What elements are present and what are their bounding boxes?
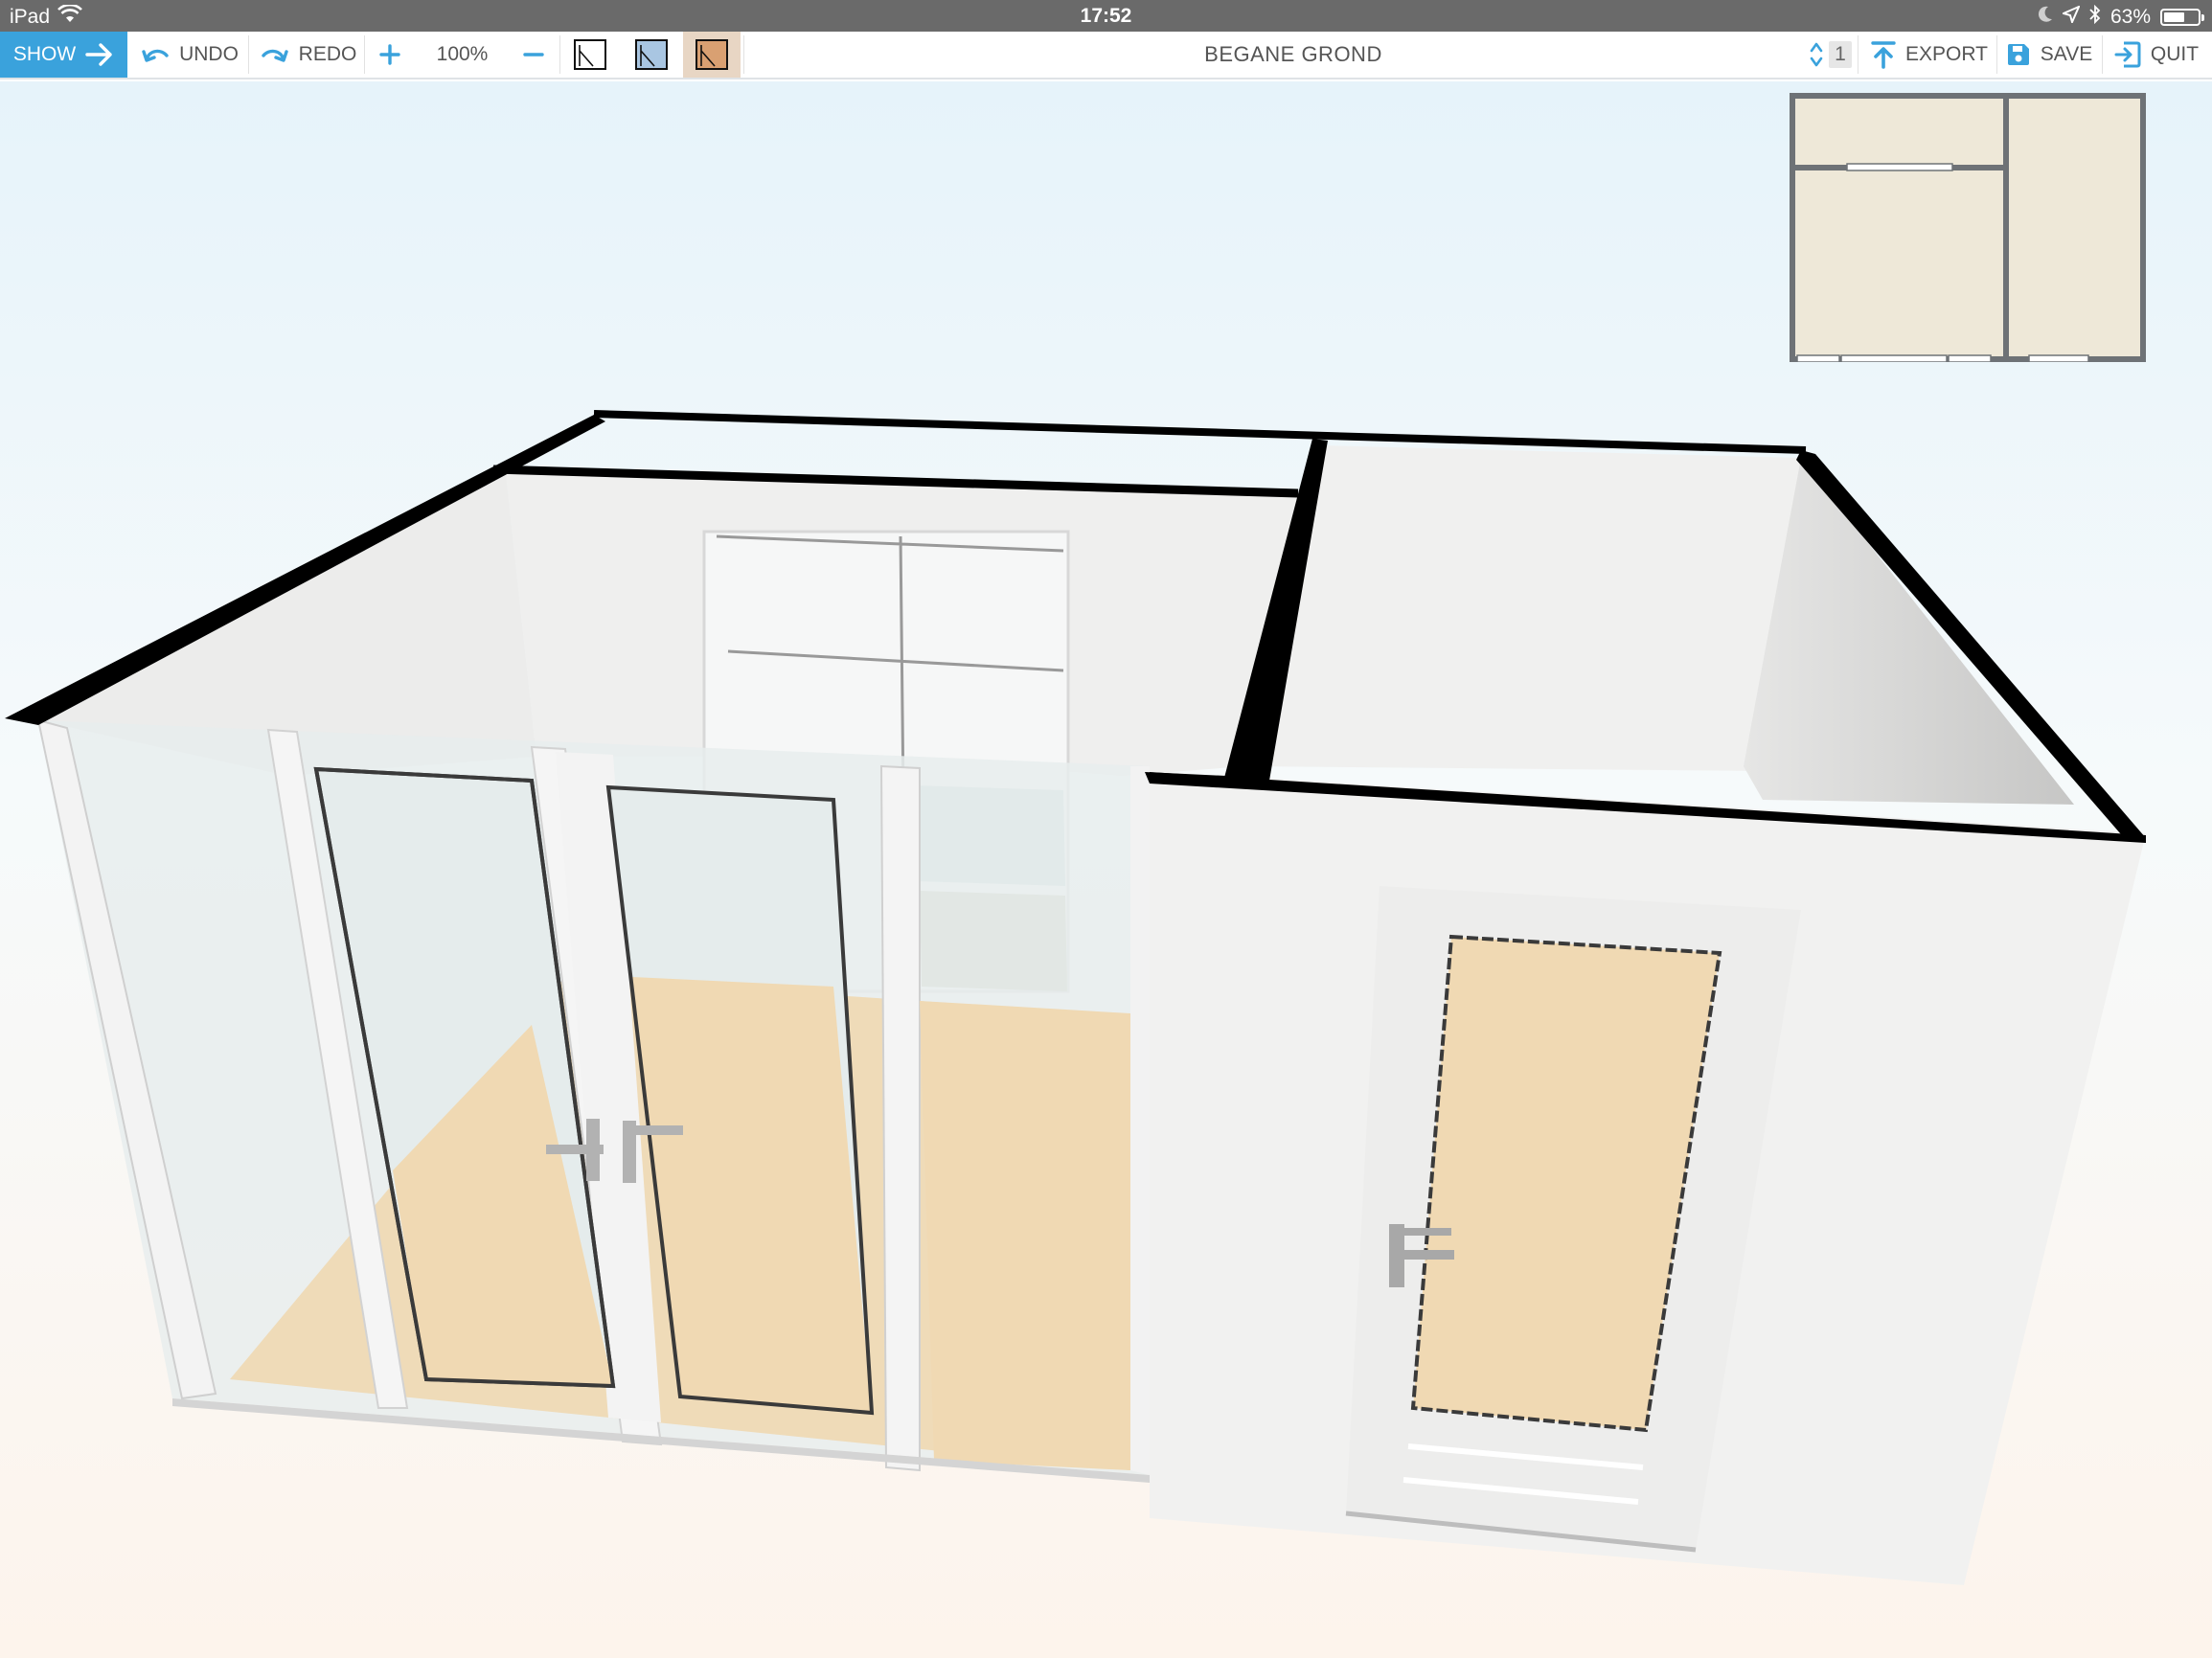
plan-3d-icon [696,39,728,70]
plus-icon [379,44,400,65]
zoom-in-button[interactable] [370,32,410,78]
quit-icon [2114,41,2141,68]
status-right: 63% [2038,4,2204,30]
view-blueprint-button[interactable] [627,32,676,78]
zoom-out-button[interactable] [513,32,554,78]
save-button[interactable]: SAVE [2001,32,2097,78]
export-label: EXPORT [1905,43,1988,65]
view-2d-button[interactable] [565,32,615,78]
divider [364,35,365,74]
save-label: SAVE [2040,43,2093,65]
toolbar: SHOW UNDO REDO 100% BEGANE GROND 1 EXPOR… [0,32,2212,79]
moon-icon [2038,6,2053,29]
undo-button[interactable]: UNDO [132,32,247,78]
export-button[interactable]: EXPORT [1862,32,1996,78]
battery-icon [2160,9,2204,26]
battery-fill [2164,12,2185,22]
minimap-rooms [1792,96,2143,359]
redo-button[interactable]: REDO [251,32,366,78]
status-bar: iPad 17:52 63% [0,0,2212,32]
glass-facade [36,718,1150,1483]
redo-icon [261,44,289,65]
quit-button[interactable]: QUIT [2106,32,2207,78]
floor-selector[interactable]: 1 [1807,32,1855,78]
show-label: SHOW [12,43,77,65]
plan-2d-icon [574,39,606,70]
updown-icon [1810,40,1823,69]
floor-number: 1 [1829,41,1852,68]
3d-viewport[interactable] [0,81,2212,1658]
divider [1858,35,1859,74]
undo-icon [141,44,170,65]
divider [559,35,560,74]
arrow-right-icon [85,42,114,67]
floor-plan-minimap[interactable] [1790,93,2146,362]
battery-percent: 63% [2109,6,2151,28]
divider [1996,35,1997,74]
front-right-wall [1150,771,2146,1585]
plan-blueprint-icon [635,39,668,70]
location-icon [2061,5,2081,29]
redo-label: REDO [298,43,357,65]
status-time: 17:52 [1080,5,1132,27]
quit-label: QUIT [2150,43,2200,65]
undo-label: UNDO [179,43,239,65]
export-icon [1871,40,1896,69]
zoom-level: 100% [436,43,489,65]
floor-title: BEGANE GROND [1204,42,1382,66]
minus-icon [523,44,544,65]
bluetooth-icon [2089,4,2101,30]
show-button[interactable]: SHOW [0,32,127,78]
divider [248,35,249,74]
save-icon [2006,42,2031,67]
divider [2102,35,2103,74]
